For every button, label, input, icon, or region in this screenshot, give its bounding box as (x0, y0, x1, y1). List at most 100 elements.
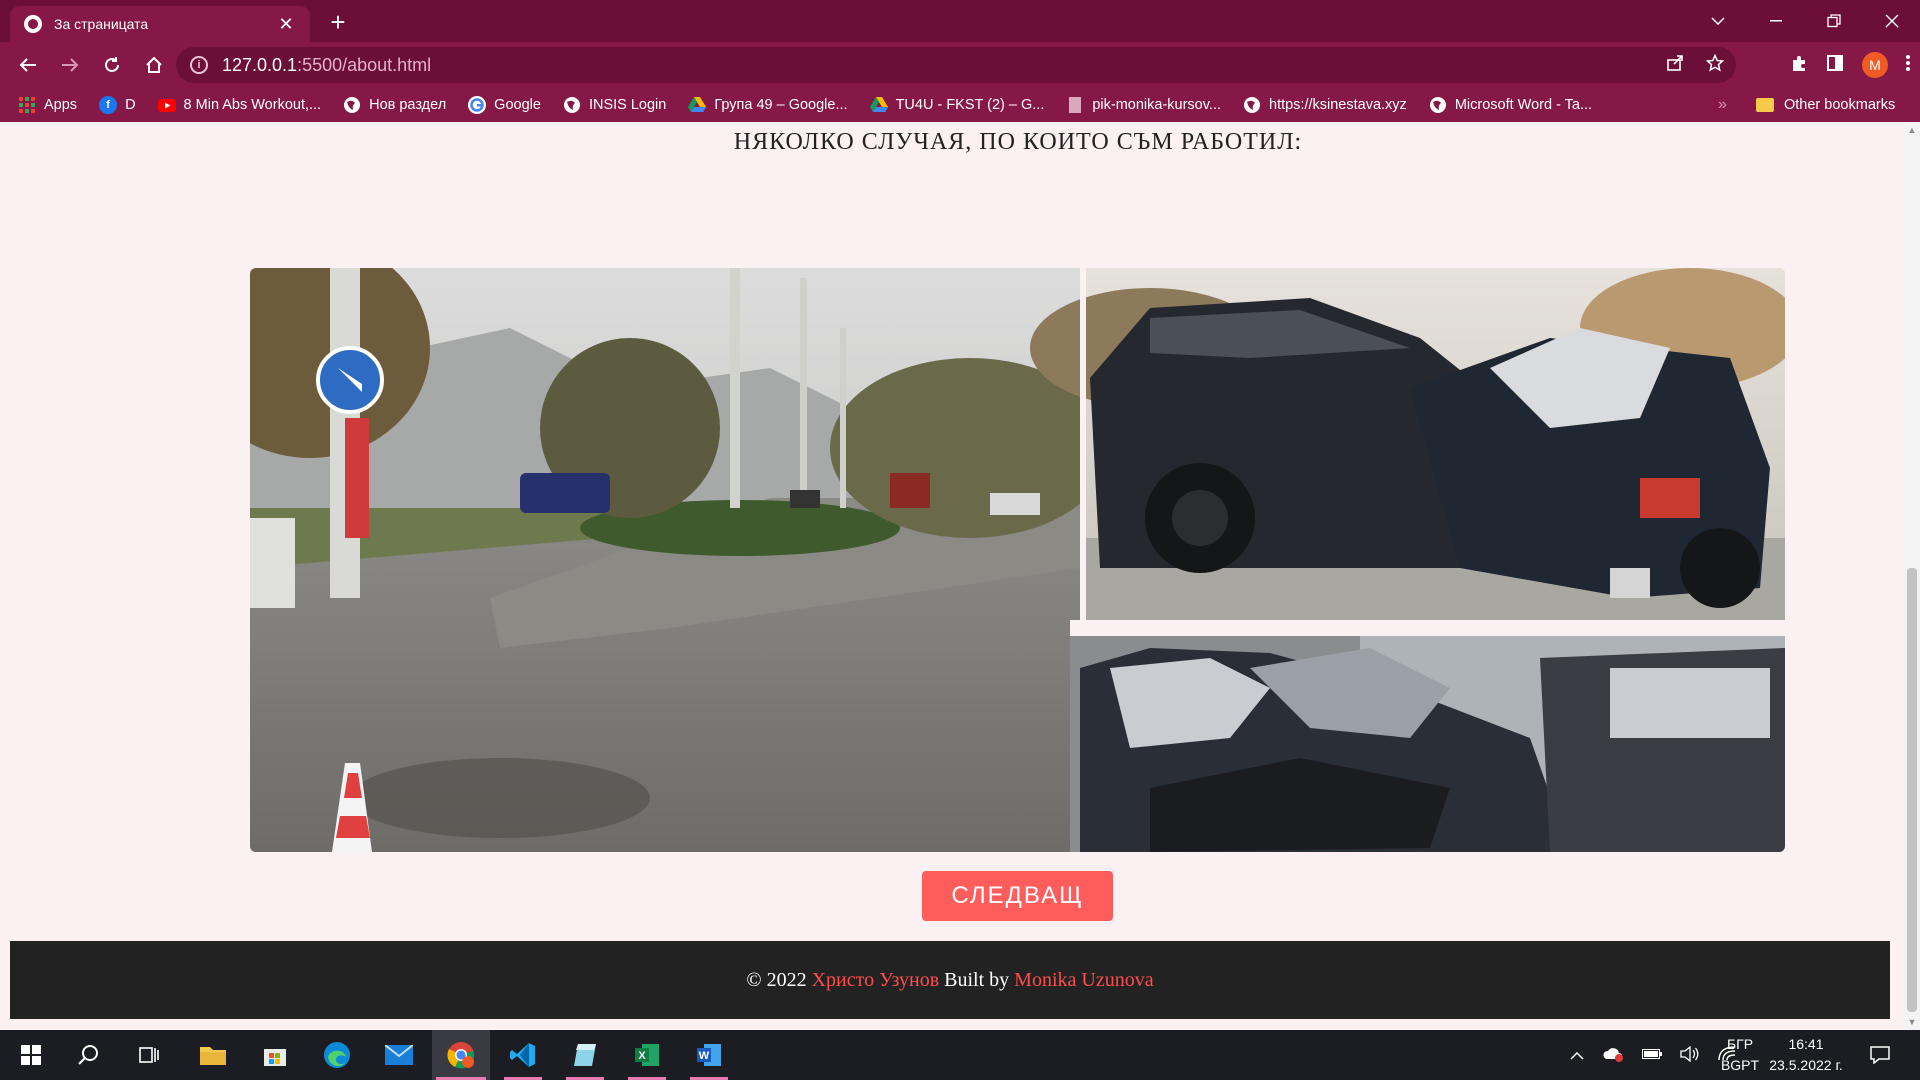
windows-taskbar: X W БГР BGPT 16:41 23.5.2022 г. (0, 1030, 1920, 1080)
minimize-icon[interactable] (1748, 0, 1804, 42)
bookmark-label: pik-monika-kursov... (1092, 97, 1221, 113)
vscode-icon[interactable] (494, 1030, 552, 1080)
svg-text:X: X (638, 1050, 646, 1062)
speaker-icon[interactable] (1680, 1045, 1700, 1065)
browser-tab-strip: За страницата ✕ + (0, 0, 1920, 42)
file-explorer-icon[interactable] (184, 1030, 242, 1080)
apps-grid-icon (18, 96, 36, 114)
reload-button[interactable] (92, 45, 132, 85)
share-icon[interactable] (1666, 54, 1684, 77)
browser-tab-active[interactable]: За страницата ✕ (10, 6, 310, 42)
bookmark-item[interactable]: Microsoft Word - Ta... (1429, 96, 1592, 114)
bookmark-item[interactable]: TU4U - FKST (2) – G... (869, 96, 1045, 114)
profile-avatar[interactable]: M (1862, 52, 1888, 78)
bookmark-item[interactable]: https://ksinestava.xyz (1243, 96, 1407, 114)
language-code: БГР (1726, 1036, 1754, 1052)
page-viewport: НЯКОЛКО СЛУЧАЯ, ПО КОИТО СЪМ РАБОТИЛ: СЛ… (0, 122, 1904, 1030)
globe-icon (24, 15, 42, 33)
page-scrollbar[interactable]: ▲ ▼ (1904, 122, 1920, 1030)
bookmark-label: 8 Min Abs Workout,... (183, 97, 322, 113)
taskbar-clock[interactable]: 16:41 23.5.2022 г. (1762, 1034, 1850, 1076)
tab-close-icon[interactable]: ✕ (276, 14, 296, 35)
footer-built-by: Built by (939, 968, 1015, 991)
clock-date: 23.5.2022 г. (1769, 1057, 1843, 1073)
bookmark-item[interactable]: 8 Min Abs Workout,... (157, 96, 322, 114)
reload-icon (105, 57, 119, 72)
back-button[interactable] (8, 45, 48, 85)
clock-time: 16:41 (1788, 1036, 1824, 1052)
other-bookmarks-label: Other bookmarks (1784, 97, 1896, 113)
restore-icon[interactable] (1806, 0, 1862, 42)
scrollbar-thumb[interactable] (1907, 568, 1917, 1012)
folder-icon (1756, 98, 1774, 112)
tray-overflow-chevron-icon[interactable] (1570, 1047, 1584, 1063)
globe-icon (563, 96, 581, 114)
battery-icon[interactable] (1642, 1047, 1662, 1063)
word-icon[interactable]: W (680, 1030, 738, 1080)
google-icon (468, 96, 487, 114)
bookmarks-overflow-icon[interactable]: » (1718, 88, 1727, 122)
youtube-icon (157, 96, 176, 114)
suv-crash-photo (1030, 268, 1785, 626)
side-panel-icon[interactable] (1826, 54, 1844, 77)
excel-icon[interactable]: X (618, 1030, 676, 1080)
edge-icon[interactable] (308, 1030, 366, 1080)
footer-author-link[interactable]: Христо Узунов (812, 969, 940, 992)
scroll-up-arrow-icon[interactable]: ▲ (1904, 122, 1920, 138)
page-icon (1066, 96, 1084, 114)
bookmark-label: https://ksinestava.xyz (1269, 97, 1407, 113)
bookmark-label: TU4U - FKST (2) – G... (895, 97, 1045, 113)
footer-builder-link[interactable]: Monika Uzunova (1014, 969, 1153, 992)
bookmark-item[interactable]: Група 49 – Google... (688, 96, 848, 114)
windows-start-icon[interactable] (2, 1030, 60, 1080)
bookmark-item[interactable]: pik-monika-kursov... (1066, 96, 1221, 114)
search-icon[interactable] (60, 1030, 118, 1080)
globe-icon (1243, 96, 1261, 114)
notepad-icon[interactable] (556, 1030, 614, 1080)
browser-toolbar: i 127.0.0.1:5500/about.html M (0, 42, 1920, 88)
scroll-down-arrow-icon[interactable]: ▼ (1904, 1014, 1920, 1030)
bookmark-item[interactable]: Google (468, 96, 541, 114)
bookmark-item[interactable]: fD (99, 96, 136, 114)
footer-copyright: © 2022 (746, 968, 812, 991)
globe-icon (343, 96, 361, 114)
address-bar[interactable]: i 127.0.0.1:5500/about.html (176, 47, 1736, 83)
mail-icon[interactable] (370, 1030, 428, 1080)
new-tab-button[interactable]: + (322, 6, 354, 38)
google-drive-icon (869, 96, 888, 114)
other-bookmarks-folder[interactable]: Other bookmarks (1756, 88, 1895, 122)
chrome-icon[interactable] (432, 1030, 490, 1080)
input-language-indicator[interactable]: БГР BGPT (1718, 1034, 1762, 1076)
page-footer: © 2022 Христо Узунов Built by Monika Uzu… (10, 941, 1890, 1019)
globe-icon (1429, 96, 1447, 114)
microsoft-store-icon[interactable] (246, 1030, 304, 1080)
url-path: :5500/about.html (297, 54, 432, 75)
system-tray (1570, 1030, 1736, 1080)
facebook-icon: f (99, 96, 118, 114)
site-info-icon[interactable]: i (190, 56, 208, 74)
home-button[interactable] (134, 45, 174, 85)
bookmark-item[interactable]: INSIS Login (563, 96, 666, 114)
bookmark-item[interactable]: Apps (18, 96, 77, 114)
forward-button[interactable] (50, 45, 90, 85)
accident-photo-collage (250, 268, 1785, 852)
extensions-puzzle-icon[interactable] (1790, 54, 1808, 77)
onedrive-icon[interactable] (1602, 1046, 1624, 1065)
bookmark-label: Група 49 – Google... (714, 97, 848, 113)
bookmark-label: INSIS Login (588, 97, 667, 113)
wrecked-car-photo (1070, 636, 1785, 852)
notification-center-icon[interactable] (1850, 1030, 1910, 1080)
tab-search-chevron-icon[interactable] (1690, 0, 1746, 42)
close-window-icon[interactable] (1864, 0, 1920, 42)
tab-title: За страницата (54, 16, 149, 32)
next-button[interactable]: СЛЕДВАЩ (922, 871, 1113, 921)
bookmark-item[interactable]: Нов раздел (343, 96, 446, 114)
bookmarks-bar: Apps f D 8 Min Abs Workout,... Нов раздел Goo… (0, 88, 1920, 122)
bookmark-label: Google (494, 97, 541, 113)
bookmark-label: Apps (44, 97, 78, 113)
kebab-menu-icon[interactable] (1906, 54, 1910, 77)
bookmark-star-icon[interactable] (1705, 53, 1725, 77)
keyboard-layout-code: BGPT (1720, 1057, 1760, 1073)
task-view-icon[interactable] (120, 1030, 178, 1080)
bookmark-label: D (125, 97, 136, 113)
